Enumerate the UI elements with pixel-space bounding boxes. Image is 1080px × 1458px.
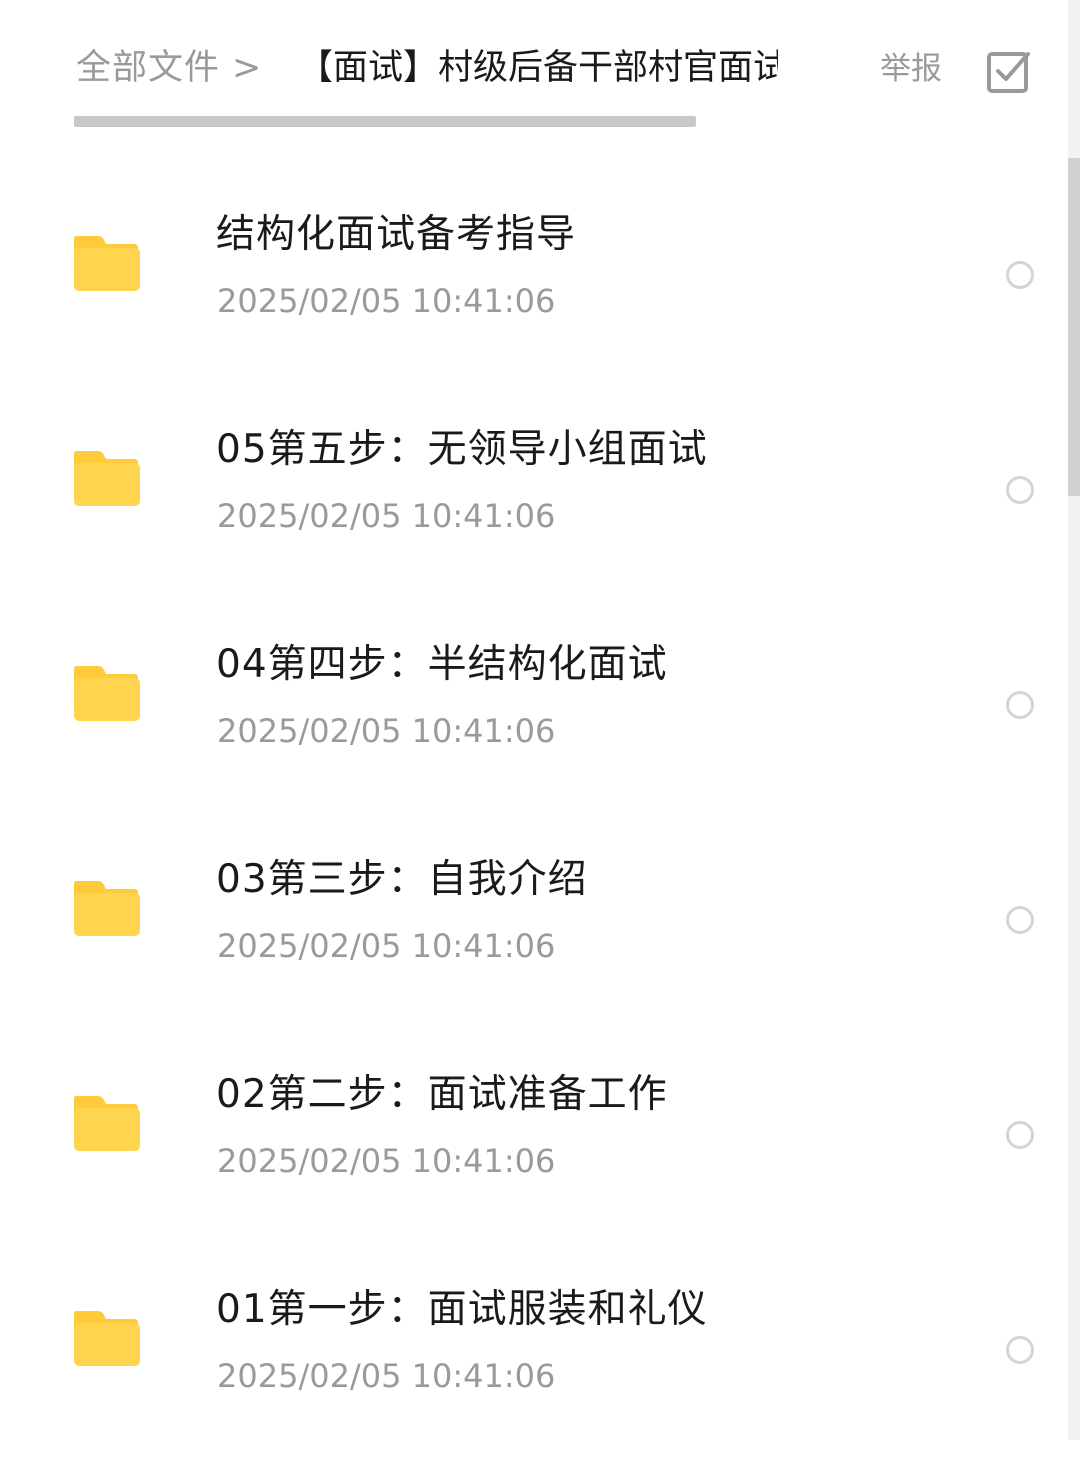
folder-icon [74,451,140,506]
folder-name: 结构化面试备考指导 [216,212,577,257]
file-list: 结构化面试备考指导 2025/02/05 10:41:06 05第五步：无领导小… [0,168,1068,1458]
folder-name: 02第二步：面试准备工作 [216,1072,668,1117]
folder-date: 2025/02/05 10:41:06 [217,282,556,320]
select-radio[interactable] [1006,476,1034,504]
select-radio[interactable] [1006,906,1034,934]
folder-icon [74,1096,140,1151]
folder-name: 05第五步：无领导小组面试 [216,427,708,472]
scrollbar-thumb[interactable] [1068,158,1080,496]
folder-icon [74,236,140,291]
select-radio[interactable] [1006,261,1034,289]
folder-date: 2025/02/05 10:41:06 [217,1142,556,1180]
folder-name: 03第三步：自我介绍 [216,857,588,902]
folder-icon [74,1311,140,1366]
breadcrumb-root[interactable]: 全部文件 [76,44,220,92]
select-radio[interactable] [1006,691,1034,719]
report-button[interactable]: 举报 [880,48,942,90]
folder-row[interactable]: 04第四步：半结构化面试 2025/02/05 10:41:06 [0,598,1068,813]
folder-date: 2025/02/05 10:41:06 [217,497,556,535]
folder-row[interactable]: 结构化面试备考指导 2025/02/05 10:41:06 [0,168,1068,383]
breadcrumb-current-folder: 【面试】村级后备干部村官面试 [298,48,778,88]
breadcrumb-separator: > [232,48,262,88]
folder-icon [74,881,140,936]
folder-row[interactable]: 01第一步：面试服装和礼仪 2025/02/05 10:41:06 [0,1243,1068,1458]
folder-icon [74,666,140,721]
select-radio[interactable] [1006,1336,1034,1364]
breadcrumb-scroll-indicator [74,116,696,127]
select-radio[interactable] [1006,1121,1034,1149]
folder-date: 2025/02/05 10:41:06 [217,1357,556,1395]
folder-date: 2025/02/05 10:41:06 [217,712,556,750]
folder-date: 2025/02/05 10:41:06 [217,927,556,965]
folder-name: 04第四步：半结构化面试 [216,642,668,687]
top-bar: 全部文件 > 【面试】村级后备干部村官面试 举报 [0,0,1068,140]
folder-row[interactable]: 02第二步：面试准备工作 2025/02/05 10:41:06 [0,1028,1068,1243]
folder-row[interactable]: 05第五步：无领导小组面试 2025/02/05 10:41:06 [0,383,1068,598]
checkbox-check-icon[interactable] [986,48,1032,94]
folder-row[interactable]: 03第三步：自我介绍 2025/02/05 10:41:06 [0,813,1068,1028]
folder-name: 01第一步：面试服装和礼仪 [216,1287,708,1332]
